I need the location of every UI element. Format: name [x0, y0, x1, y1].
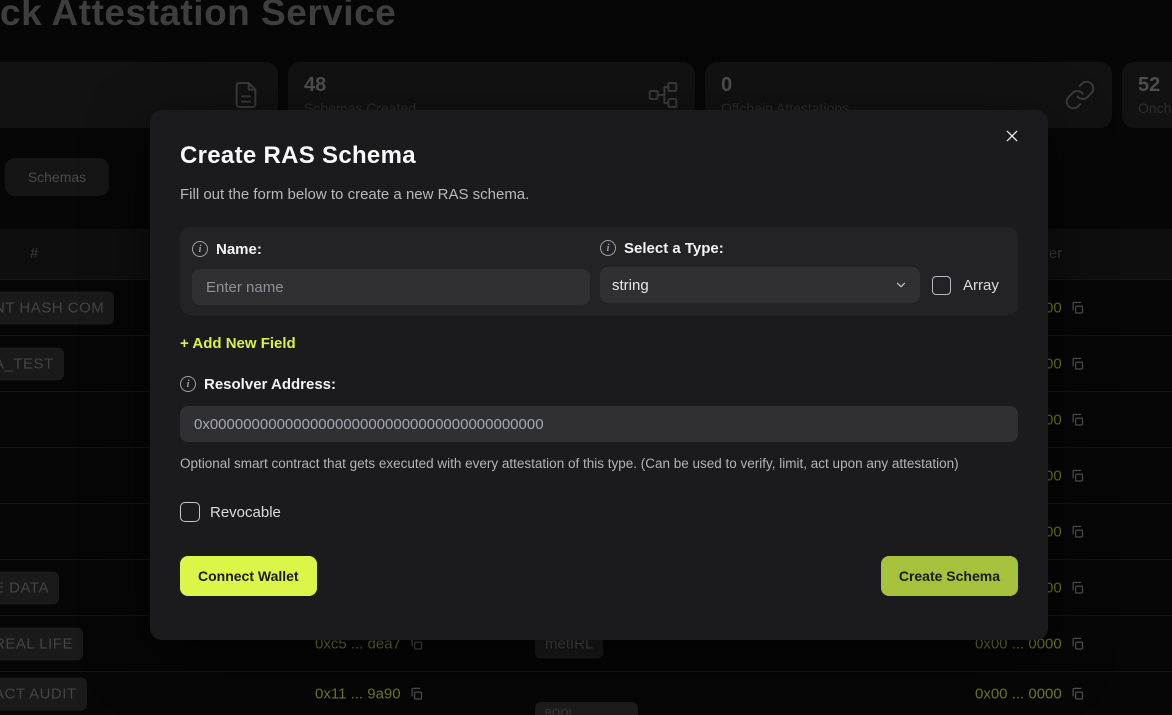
copy-icon[interactable] [409, 686, 424, 701]
info-icon[interactable] [180, 376, 196, 392]
add-new-field-link[interactable]: + Add New Field [180, 335, 296, 352]
name-input[interactable] [192, 269, 590, 305]
revocable-checkbox[interactable] [180, 502, 200, 522]
copy-icon[interactable] [1070, 636, 1085, 651]
schema-name-badge: REAL LIFE [0, 627, 83, 660]
type-select-value: string [612, 277, 649, 294]
schema-name-badge: NT HASH COM [0, 291, 114, 324]
modal-subtitle: Fill out the form below to create a new … [180, 186, 1018, 203]
onchain-label: Onchain Attestations [1138, 100, 1172, 116]
copy-icon[interactable] [1070, 356, 1085, 371]
offchain-count: 0 [721, 72, 1096, 98]
link-icon [1064, 79, 1096, 111]
resolver-address-label: Resolver Address: [204, 376, 336, 393]
resolver-helper-text: Optional smart contract that gets execut… [180, 454, 986, 474]
copy-icon[interactable] [1070, 412, 1085, 427]
stat-card-onchain: 52 Onchain Attestations [1122, 62, 1172, 128]
info-icon[interactable] [192, 241, 208, 257]
table-row[interactable]: ACT AUDIT 0x11 ... 9a90 BOOLpassedAudit … [0, 672, 1172, 715]
page-title: ck Attestation Service [0, 0, 396, 34]
create-schema-modal: Create RAS Schema Fill out the form belo… [150, 110, 1048, 640]
app-root: ck Attestation Service 48 Schemas Create… [0, 0, 1172, 715]
resolver-cell: 0x00 ... 0000 [975, 685, 1085, 702]
column-header-number: # [30, 245, 38, 262]
copy-icon[interactable] [1070, 468, 1085, 483]
type-label-row: Select a Type: [600, 239, 1006, 257]
info-icon[interactable] [600, 240, 616, 256]
array-label: Array [963, 277, 999, 294]
schemas-created-count: 48 [304, 72, 679, 98]
schema-type-badge: BOOLpassedAudit [535, 702, 638, 715]
copy-icon[interactable] [1070, 580, 1085, 595]
type-kind-label: BOOL [545, 708, 628, 715]
connect-wallet-button[interactable]: Connect Wallet [180, 556, 317, 596]
resolver-label-row: Resolver Address: [180, 374, 1018, 394]
document-icon [230, 79, 262, 111]
schema-name-badge: E DATA [0, 571, 59, 604]
copy-icon[interactable] [1070, 524, 1085, 539]
type-select[interactable]: string [600, 267, 920, 303]
revocable-label: Revocable [210, 504, 281, 521]
chevron-down-icon [894, 278, 908, 292]
create-schema-button[interactable]: Create Schema [881, 556, 1018, 596]
type-label: Select a Type: [624, 240, 724, 257]
close-icon[interactable] [1000, 124, 1024, 148]
schema-name-badge: ACT AUDIT [0, 677, 87, 710]
resolver-address-input[interactable] [180, 406, 1018, 442]
nodes-icon [647, 79, 679, 111]
field-editor-card: Name: Select a Type: string Array [180, 227, 1018, 315]
tab-schemas[interactable]: Schemas [5, 158, 109, 196]
copy-icon[interactable] [1070, 300, 1085, 315]
schema-name-badge: A_TEST [0, 347, 64, 380]
copy-icon[interactable] [1070, 686, 1085, 701]
name-label: Name: [216, 241, 262, 258]
onchain-count: 52 [1138, 72, 1172, 98]
modal-title: Create RAS Schema [180, 142, 1018, 170]
name-label-row: Name: [192, 239, 590, 259]
array-checkbox[interactable] [932, 276, 951, 295]
schema-uid-cell: 0x11 ... 9a90 [315, 685, 424, 702]
